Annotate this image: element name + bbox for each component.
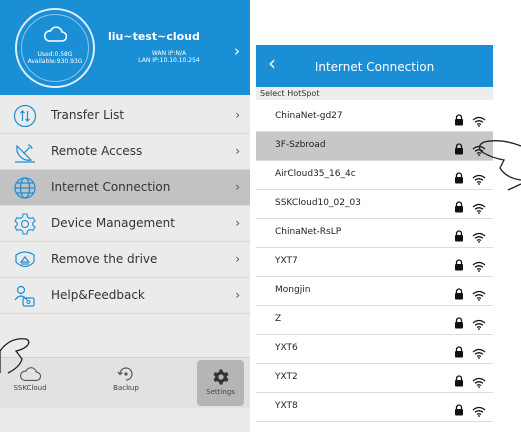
section-label: Select HotSpot (256, 87, 493, 100)
lock-icon (454, 401, 464, 420)
hotspot-name: SSKCloud10_02_03 (275, 198, 361, 208)
menu-item-internet-connection[interactable]: Internet Connection › (0, 170, 250, 206)
globe-icon (14, 177, 36, 199)
menu-item-label: Device Management (51, 216, 175, 230)
menu-item-label: Help&Feedback (51, 288, 145, 302)
nav-bar: ‹ Internet Connection (256, 45, 493, 87)
available-storage: Available:930.93G (27, 58, 83, 65)
hotspot-row[interactable]: 3F-Szbroad (256, 132, 493, 161)
lock-icon (454, 314, 464, 333)
lock-icon (454, 372, 464, 391)
chevron-right-icon: › (235, 144, 240, 158)
menu-item-label: Internet Connection (51, 180, 171, 194)
satellite-dish-icon (15, 144, 35, 163)
chevron-right-icon: › (235, 108, 240, 122)
used-storage: Used:0.58G (37, 51, 73, 58)
tab-backup[interactable]: Backup (98, 358, 154, 408)
settings-menu: Transfer List › Remote Access › Internet… (0, 98, 250, 314)
hotspot-row[interactable]: ChinaNet-gd27 (256, 103, 493, 132)
cloud-icon (43, 26, 67, 42)
wifi-signal-icon (472, 141, 486, 160)
wifi-signal-icon (472, 199, 486, 218)
lan-ip: LAN IP:10.10.10.254 (138, 57, 200, 64)
lock-icon (454, 111, 464, 130)
menu-item-label: Remote Access (51, 144, 143, 158)
menu-item-help-feedback[interactable]: Help&Feedback › (0, 278, 250, 314)
wifi-signal-icon (472, 373, 486, 392)
hotspot-name: YXT7 (275, 256, 298, 266)
wifi-signal-icon (472, 170, 486, 189)
menu-item-label: Remove the drive (51, 252, 158, 266)
hotspot-row[interactable]: YXT7 (256, 248, 493, 277)
cloud-icon (20, 367, 41, 381)
lock-icon (454, 256, 464, 275)
hotspot-row[interactable]: YXT2 (256, 364, 493, 393)
menu-item-transfer-list[interactable]: Transfer List › (0, 98, 250, 134)
device-header[interactable]: Used:0.58G Available:930.93G liu~test~cl… (0, 0, 250, 95)
internet-connection-screen: ‹ Internet Connection Select HotSpot Chi… (256, 45, 493, 432)
menu-item-remove-drive[interactable]: Remove the drive › (0, 242, 250, 278)
wifi-signal-icon (472, 344, 486, 363)
hotspot-row[interactable]: AirCloud35_16_4c (256, 161, 493, 190)
wifi-signal-icon (472, 228, 486, 247)
hotspot-name: YXT6 (275, 343, 298, 353)
menu-item-remote-access[interactable]: Remote Access › (0, 134, 250, 170)
tab-label: Settings (206, 388, 235, 396)
hotspot-name: Mongjin (275, 285, 311, 295)
transfer-icon (13, 104, 37, 128)
hotspot-row[interactable]: Mongjin (256, 277, 493, 306)
menu-item-device-management[interactable]: Device Management › (0, 206, 250, 242)
bottom-tab-bar: SSKCloud Backup Settings (0, 357, 250, 408)
hotspot-row[interactable]: ChinaNet-RsLP (256, 219, 493, 248)
wifi-signal-icon (472, 112, 486, 131)
tab-sskcloud[interactable]: SSKCloud (2, 358, 58, 408)
lock-icon (454, 169, 464, 188)
tab-settings[interactable]: Settings (197, 360, 244, 406)
wifi-signal-icon (472, 257, 486, 276)
wifi-signal-icon (472, 315, 486, 334)
people-icon (14, 285, 35, 307)
lock-icon (454, 285, 464, 304)
chevron-right-icon: › (235, 288, 240, 302)
lock-icon (454, 227, 464, 246)
backup-icon (117, 367, 133, 381)
hotspot-name: 3F-Szbroad (275, 140, 326, 150)
chevron-right-icon: › (234, 42, 240, 60)
hotspot-name: YXT2 (275, 372, 298, 382)
chevron-right-icon: › (235, 180, 240, 194)
storage-circle: Used:0.58G Available:930.93G (15, 8, 95, 88)
hotspot-name: YXT8 (275, 401, 298, 411)
lock-icon (454, 343, 464, 362)
hotspot-name: AirCloud35_16_4c (275, 169, 356, 179)
chevron-right-icon: › (235, 252, 240, 266)
hotspot-row[interactable]: YXT8 (256, 393, 493, 422)
chevron-right-icon: › (235, 216, 240, 230)
gear-icon (14, 213, 36, 235)
settings-gear-icon (213, 369, 228, 385)
wifi-signal-icon (472, 286, 486, 305)
page-title: Internet Connection (314, 60, 435, 74)
tab-label: Backup (113, 384, 139, 392)
lock-icon (454, 140, 464, 159)
hotspot-row[interactable]: Z (256, 306, 493, 335)
wan-ip: WAN IP:N/A (151, 50, 187, 57)
hotspot-name: ChinaNet-RsLP (275, 227, 342, 237)
lock-icon (454, 198, 464, 217)
menu-item-label: Transfer List (51, 108, 125, 122)
settings-screen: Used:0.58G Available:930.93G liu~test~cl… (0, 0, 250, 432)
hotspot-name: Z (275, 314, 282, 324)
device-name: liu~test~cloud (108, 30, 200, 43)
hotspot-row[interactable]: SSKCloud10_02_03 (256, 190, 493, 219)
hotspot-name: ChinaNet-gd27 (275, 111, 343, 121)
eject-shield-icon (15, 251, 35, 268)
hotspot-row[interactable]: YXT6 (256, 335, 493, 364)
tab-label: SSKCloud (13, 384, 47, 392)
wifi-signal-icon (472, 402, 486, 421)
hotspot-list: ChinaNet-gd27 3F-Szbroad AirCloud35_16_4c S… (256, 103, 493, 422)
